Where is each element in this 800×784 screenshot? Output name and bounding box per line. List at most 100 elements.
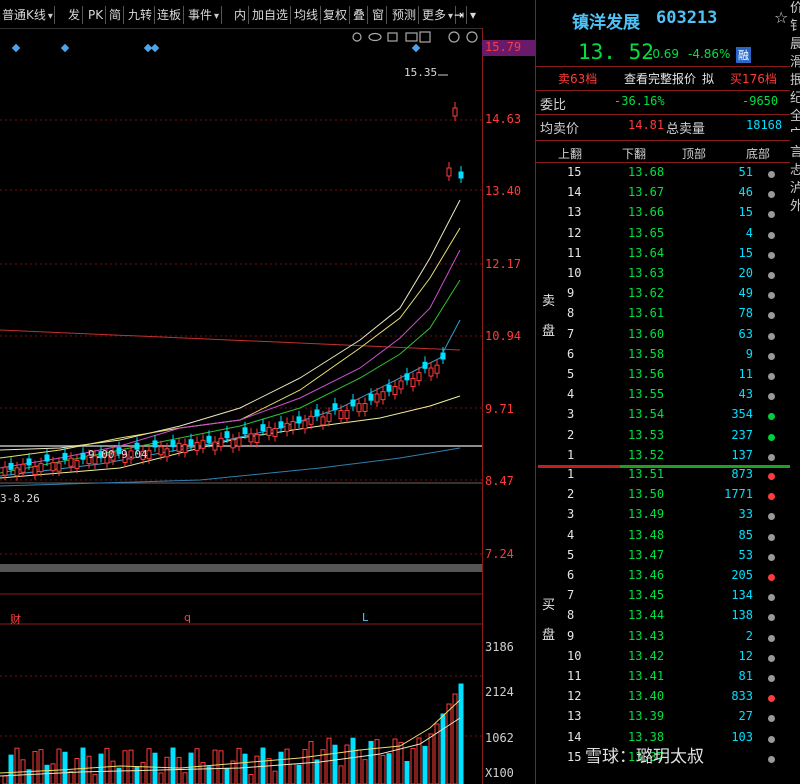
toolbar-more[interactable]: 更多 xyxy=(420,6,457,24)
toolbar-ma[interactable]: 均线 xyxy=(292,6,322,24)
ask-row[interactable]: 13 13.66 15 xyxy=(536,205,791,225)
ask-volume: 4 xyxy=(745,225,753,240)
ask-row[interactable]: 14 13.67 46 xyxy=(536,185,791,205)
ask-row[interactable]: 4 13.55 43 xyxy=(536,387,791,407)
toolbar-pk[interactable]: PK xyxy=(86,6,107,24)
top-button[interactable]: 顶部 xyxy=(682,145,706,162)
bid-row[interactable]: 10 13.42 12 xyxy=(536,649,791,669)
event-l-label[interactable]: L xyxy=(362,611,368,624)
toolbar-lianban[interactable]: 连板 xyxy=(155,6,185,24)
volume-bar xyxy=(86,755,92,784)
bid-level: 9 xyxy=(567,628,575,643)
toolbar-window[interactable]: 窗 xyxy=(370,6,388,24)
volume-bar xyxy=(290,763,296,784)
ask-row[interactable]: 15 13.68 51 xyxy=(536,165,791,185)
bid-row[interactable]: 6 13.46 205 xyxy=(536,568,791,588)
bid-volume: 1771 xyxy=(724,487,753,502)
toolbar-events[interactable]: 事件 xyxy=(186,6,223,24)
full-quote-button[interactable]: 查看完整报价 xyxy=(624,68,696,90)
volume-bar xyxy=(92,773,98,784)
price-tick: 8.47 xyxy=(485,474,514,488)
ask-row[interactable]: 9 13.62 49 xyxy=(536,286,791,306)
toolbar-add-watchlist[interactable]: 加自选 xyxy=(250,6,292,24)
bottom-button[interactable]: 底部 xyxy=(746,145,770,162)
toolbar-jiuzhuan[interactable]: 九转 xyxy=(126,6,156,24)
bid-row[interactable]: 9 13.43 2 xyxy=(536,629,791,649)
total-sell-label: 总卖量 xyxy=(666,122,706,137)
ask-row[interactable]: 7 13.60 63 xyxy=(536,327,791,347)
candle xyxy=(434,364,440,374)
ask-volume: 20 xyxy=(738,266,753,280)
toolbar-fa[interactable]: 发 xyxy=(66,6,84,24)
volume-bar xyxy=(182,772,188,784)
bid-row[interactable]: 12 13.40 833 xyxy=(536,689,791,709)
volume-bar xyxy=(170,747,176,784)
ask-level: 7 xyxy=(567,326,575,341)
candle xyxy=(224,431,230,439)
status-dot-icon xyxy=(768,332,775,340)
bid-price: 13.46 xyxy=(628,568,665,582)
volume-bar xyxy=(38,749,44,784)
bid-price: 13.49 xyxy=(628,507,665,522)
volume-bar xyxy=(302,749,308,784)
status-dot-icon xyxy=(768,695,775,703)
volume-bar xyxy=(242,753,248,784)
toolbar-forecast[interactable]: 预测 xyxy=(390,6,420,24)
bid-row[interactable]: 3 13.49 33 xyxy=(536,507,791,527)
buy-levels-button[interactable]: 买176档 xyxy=(730,68,777,90)
ask-row[interactable]: 5 13.56 11 xyxy=(536,367,791,387)
volume-bar xyxy=(332,744,338,784)
ask-row[interactable]: 8 13.61 78 xyxy=(536,306,791,326)
event-cai-label[interactable]: 财 xyxy=(10,611,21,627)
volume-bar xyxy=(230,760,236,784)
ask-row[interactable]: 3 13.54 354 xyxy=(536,407,791,427)
side-strip-glyph: 宀 xyxy=(790,127,800,142)
ask-row[interactable]: 11 13.64 15 xyxy=(536,246,791,266)
bid-row[interactable]: 8 13.44 138 xyxy=(536,608,791,628)
kline-type-dropdown[interactable]: 普通K线 xyxy=(0,6,55,24)
page-up-button[interactable]: 上翻 xyxy=(558,145,582,162)
bid-row[interactable]: 2 13.50 1771 xyxy=(536,487,791,507)
ask-price: 13.55 xyxy=(628,387,665,402)
bid-row[interactable]: 13 13.39 27 xyxy=(536,709,791,729)
candle xyxy=(404,373,410,381)
ask-row[interactable]: 6 13.58 9 xyxy=(536,347,791,367)
toolbar-adjust[interactable]: 复权 xyxy=(321,6,351,24)
bid-level: 13 xyxy=(567,709,582,724)
ask-price: 13.56 xyxy=(628,367,665,381)
side-strip-glyph: 全 xyxy=(790,109,800,124)
bid-row[interactable]: 5 13.47 53 xyxy=(536,548,791,568)
event-q-label[interactable]: q xyxy=(184,611,191,624)
bid-row[interactable]: 4 13.48 85 xyxy=(536,528,791,548)
bid-level: 10 xyxy=(567,648,582,663)
candle xyxy=(218,437,224,447)
toolbar-jian[interactable]: 简 xyxy=(107,6,125,24)
volume-bar xyxy=(14,747,20,784)
toolbar-nei[interactable]: 内 xyxy=(232,6,250,24)
price-change-pct: -4.86% xyxy=(688,47,731,61)
side-strip-glyph: 言 xyxy=(790,145,800,160)
sell-levels-button[interactable]: 卖63档 xyxy=(558,68,597,90)
ask-row[interactable]: 10 13.63 20 xyxy=(536,266,791,286)
toolbar-menu-icon[interactable]: ▾ xyxy=(468,6,478,24)
last-price: 13. 52 xyxy=(578,40,654,64)
volume-bar xyxy=(212,749,218,784)
toolbar-overlay[interactable]: 叠 xyxy=(351,6,369,24)
jump-end-icon[interactable]: ⇥ xyxy=(452,6,468,24)
bid-level: 6 xyxy=(567,568,575,582)
ask-row[interactable]: 2 13.53 237 xyxy=(536,428,791,448)
simulate-button[interactable]: 拟 xyxy=(702,68,714,90)
bid-row[interactable]: 7 13.45 134 xyxy=(536,588,791,608)
bid-row[interactable]: 1 13.51 873 xyxy=(536,467,791,487)
ask-price: 13.58 xyxy=(628,346,665,361)
star-icon[interactable]: ☆ xyxy=(774,8,788,27)
bid-price: 13.45 xyxy=(628,588,665,603)
bid-row[interactable]: 11 13.41 81 xyxy=(536,669,791,689)
volume-bar xyxy=(440,713,446,784)
volume-bar xyxy=(152,752,158,784)
page-down-button[interactable]: 下翻 xyxy=(622,145,646,162)
ask-row[interactable]: 12 13.65 4 xyxy=(536,226,791,246)
candle xyxy=(8,462,14,470)
candle xyxy=(368,393,374,401)
high-label: 15.35 xyxy=(404,66,438,79)
